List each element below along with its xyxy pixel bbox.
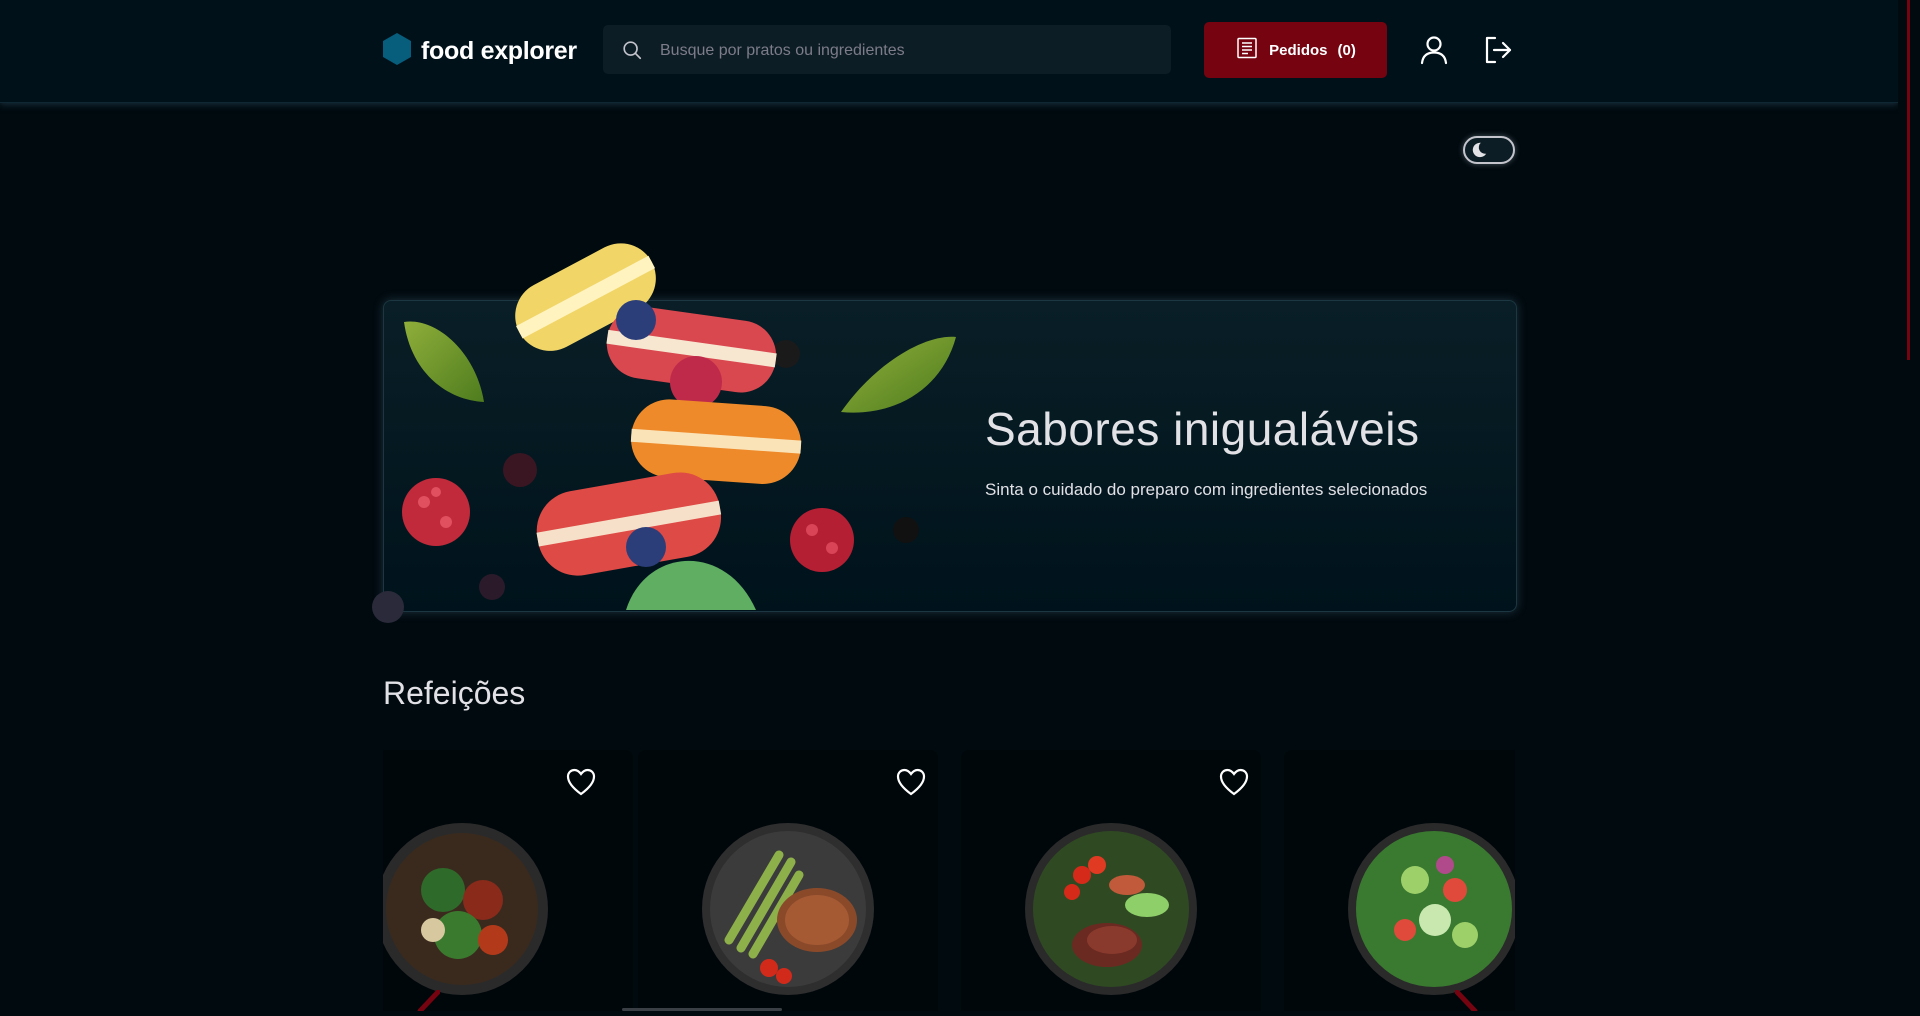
dishes-carousel[interactable] [383, 750, 1515, 1011]
logo[interactable]: food explorer [383, 33, 577, 70]
user-icon[interactable] [1418, 34, 1450, 66]
orders-label: Pedidos [1269, 41, 1328, 59]
theme-toggle[interactable] [1463, 136, 1515, 164]
green-salad-dish-image[interactable] [1345, 820, 1515, 998]
dish-card[interactable] [1284, 750, 1515, 1011]
orders-button[interactable]: Pedidos (0) [1204, 22, 1387, 78]
receipt-icon [1235, 36, 1259, 64]
dish-card[interactable] [961, 750, 1261, 1011]
heart-icon[interactable] [1219, 768, 1249, 796]
macarons-banner-image [372, 243, 956, 623]
banner-subtitle: Sinta o cuidado do preparo com ingredien… [985, 480, 1428, 499]
steak-asparagus-dish-image[interactable] [699, 820, 877, 998]
salad-dish-image[interactable] [383, 820, 551, 998]
banner-title: Sabores inigualáveis [985, 403, 1420, 455]
search-bar[interactable] [603, 25, 1171, 76]
meat-salad-dish-image[interactable] [1022, 820, 1200, 998]
logo-text: food explorer [421, 37, 577, 65]
hexagon-logo-icon [383, 33, 411, 70]
scrollbar-thumb[interactable] [1907, 0, 1910, 360]
dish-card[interactable] [383, 750, 633, 1011]
carousel-right-arrow-icon[interactable] [1454, 989, 1485, 1014]
app-header: food explorer Pedidos (0) [0, 0, 1898, 103]
heart-icon[interactable] [896, 768, 926, 796]
sign-out-icon[interactable] [1482, 34, 1514, 66]
heart-icon[interactable] [566, 768, 596, 796]
orders-count: (0) [1337, 41, 1356, 59]
search-input[interactable] [658, 25, 1162, 76]
dish-card[interactable] [638, 750, 938, 1011]
carousel-left-arrow-icon[interactable] [410, 989, 441, 1014]
section-title: Refeições [383, 675, 526, 711]
page-scrollbar[interactable] [1898, 0, 1920, 1011]
